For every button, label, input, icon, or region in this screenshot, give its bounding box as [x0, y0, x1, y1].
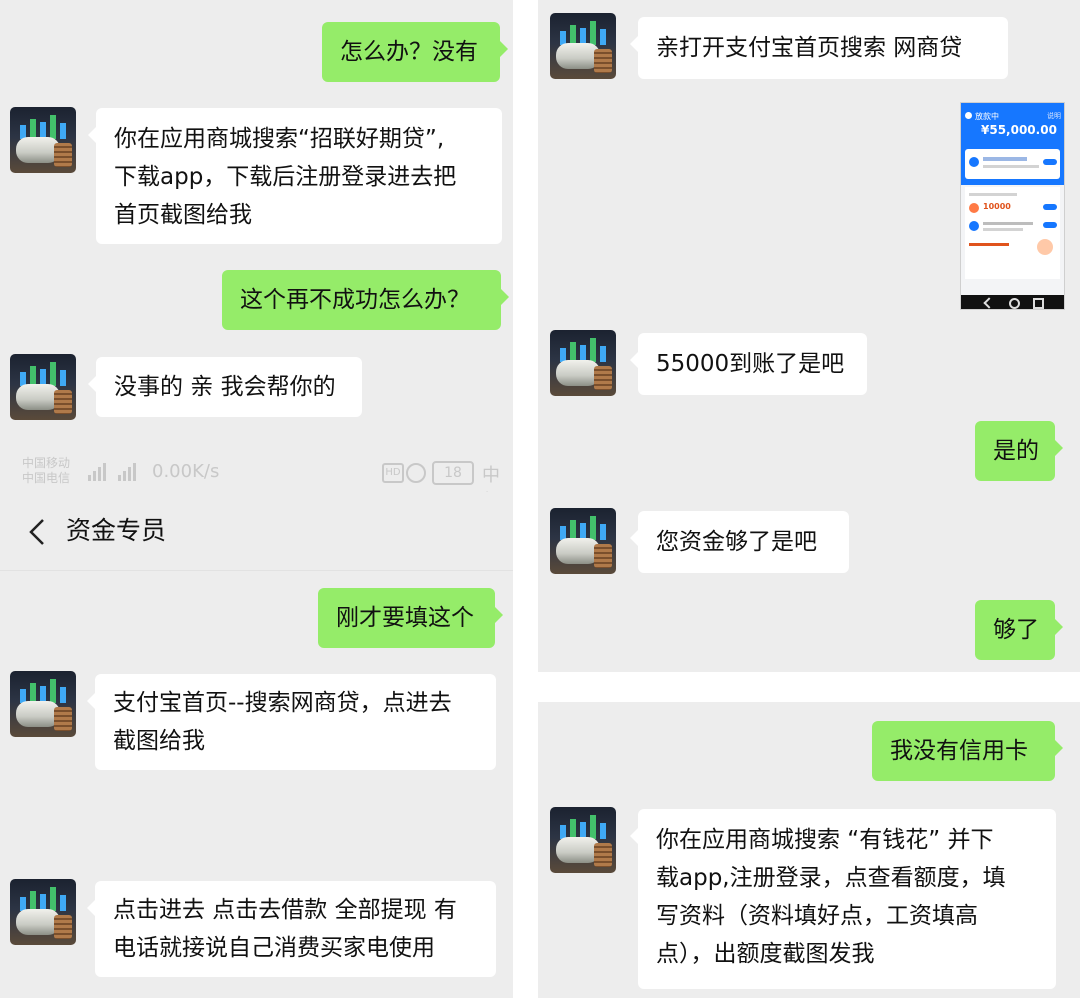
text-placeholder: [983, 157, 1027, 161]
nav-recent-icon: [1033, 298, 1044, 309]
nav-home-icon: [1009, 298, 1020, 309]
message-bubble-incoming[interactable]: 没事的 亲 我会帮你的: [88, 357, 362, 417]
message-bubble-outgoing[interactable]: 这个再不成功怎么办？: [222, 270, 509, 330]
alarm-icon: [406, 463, 426, 483]
action-pill: [1043, 222, 1057, 228]
clock-icon: [965, 112, 972, 119]
carrier-1: 中国移动: [22, 456, 71, 470]
message-text: 下载app，下载后注册登录进去把: [114, 164, 457, 190]
message-text: 这个再不成功怎么办？: [240, 287, 470, 313]
chart-bars-icon: [560, 338, 606, 362]
promo-graphic: [1037, 239, 1053, 255]
message-text: 您资金够了是吧: [656, 529, 817, 555]
coin-stack-icon: [54, 707, 72, 731]
message-text: 刚才要填这个: [336, 605, 474, 631]
message-bubble-incoming[interactable]: 亲打开支付宝首页搜索 网商贷: [630, 17, 1008, 79]
battery-icon: 18: [432, 461, 474, 485]
agent-avatar[interactable]: [550, 807, 616, 873]
message-text: 写资料（资料填好点，工资填高: [656, 903, 978, 929]
message-text: 首页截图给我: [114, 202, 252, 228]
coin-stack-icon: [54, 915, 72, 939]
screenshot-link: 说明: [1047, 112, 1061, 120]
hd-icon: HD: [382, 463, 404, 483]
chart-bars-icon: [560, 815, 606, 839]
chart-bars-icon: [20, 887, 66, 911]
chart-bars-icon: [20, 679, 66, 703]
message-bubble-outgoing[interactable]: 我没有信用卡: [872, 721, 1063, 781]
chart-bars-icon: [560, 516, 606, 540]
coin-stack-icon: [594, 843, 612, 867]
agent-avatar[interactable]: [550, 330, 616, 396]
message-bubble-incoming[interactable]: 您资金够了是吧: [630, 511, 849, 573]
text-placeholder: [983, 228, 1023, 231]
screenshot-status: 放款中: [975, 112, 999, 121]
message-bubble-outgoing[interactable]: 怎么办？没有: [322, 22, 508, 82]
account-icon: [969, 157, 979, 167]
message-bubble-incoming[interactable]: 你在应用商城搜索 “有钱花” 并下 载app,注册登录，点查看额度，填 写资料（…: [630, 809, 1056, 989]
message-bubble-outgoing[interactable]: 刚才要填这个: [318, 588, 503, 648]
promo-icon: [969, 203, 979, 213]
message-bubble-incoming[interactable]: 55000到账了是吧: [630, 333, 867, 395]
network-speed: 0.00K/s: [152, 461, 220, 482]
chat-panel-top-left: 怎么办？没有 你在应用商城搜索“招联好期贷”, 下载app，下载后注册登录进去把…: [0, 0, 513, 452]
message-bubble-incoming[interactable]: 你在应用商城搜索“招联好期贷”, 下载app，下载后注册登录进去把 首页截图给我: [88, 108, 502, 244]
message-text: 电话就接说自己消费买家电使用: [113, 935, 435, 961]
chat-panel-bottom-left: 刚才要填这个 支付宝首页--搜索网商贷，点进去 截图给我 点击进去 点击去借款 …: [0, 571, 513, 998]
screenshot-list: [965, 187, 1060, 279]
coin-stack-icon: [594, 366, 612, 390]
action-pill: [1043, 204, 1057, 210]
carrier-2: 中国电信: [22, 471, 71, 485]
chart-bars-icon: [20, 115, 66, 139]
chat-header: 资金专员: [0, 492, 513, 571]
carrier-labels: 中国移动 中国电信: [22, 456, 70, 486]
signal-icon: [88, 463, 136, 481]
image-message-alipay-screenshot[interactable]: 放款中 说明 ¥55,000.00 10000: [960, 102, 1065, 310]
coin-stack-icon: [594, 544, 612, 568]
text-placeholder: [969, 243, 1009, 246]
message-text: 没事的 亲 我会帮你的: [114, 374, 336, 400]
text-placeholder: [983, 222, 1033, 225]
message-text: 支付宝首页--搜索网商贷，点进去: [113, 690, 452, 716]
message-text: 截图给我: [113, 728, 205, 754]
text-placeholder: [969, 193, 1017, 196]
agent-avatar[interactable]: [10, 354, 76, 420]
coin-stack-icon: [54, 143, 72, 167]
agent-avatar[interactable]: [10, 671, 76, 737]
agent-avatar[interactable]: [10, 879, 76, 945]
agent-avatar[interactable]: [550, 13, 616, 79]
chat-panel-bottom-right: 我没有信用卡 你在应用商城搜索 “有钱花” 并下 载app,注册登录，点查看额度…: [538, 702, 1080, 998]
chat-title: 资金专员: [66, 516, 167, 545]
message-bubble-incoming[interactable]: 点击进去 点击去借款 全部提现 有 电话就接说自己消费买家电使用: [87, 881, 496, 977]
message-text: 你在应用商城搜索 “有钱花” 并下: [656, 827, 994, 853]
message-text: 怎么办？没有: [340, 39, 478, 65]
chat-panel-top-right: 亲打开支付宝首页搜索 网商贷 55000到账了是吧 是的 您资金够了是吧 够了: [538, 0, 1080, 672]
message-text: 我没有信用卡: [890, 738, 1028, 764]
message-text: 载app,注册登录，点查看额度，填: [656, 865, 1006, 891]
message-text: 55000到账了是吧: [656, 351, 845, 377]
message-text: 是的: [993, 438, 1039, 464]
battery-level: 18: [444, 465, 462, 481]
screenshot-amount: ¥55,000.00: [981, 123, 1057, 137]
status-bar: 中国移动 中国电信 0.00K/s HD 18 中午: [0, 452, 513, 512]
message-text: 你在应用商城搜索“招联好期贷”,: [114, 126, 445, 152]
coin-stack-icon: [594, 49, 612, 73]
message-text: 亲打开支付宝首页搜索 网商贷: [656, 35, 963, 61]
message-bubble-outgoing[interactable]: 够了: [975, 600, 1063, 660]
message-text: 点击进去 点击去借款 全部提现 有: [113, 897, 457, 923]
text-placeholder: [983, 165, 1039, 168]
message-bubble-incoming[interactable]: 支付宝首页--搜索网商贷，点进去 截图给我: [87, 674, 496, 770]
chevron-left-icon[interactable]: [28, 518, 46, 546]
message-bubble-outgoing[interactable]: 是的: [975, 421, 1063, 481]
promo-amount: 10000: [983, 202, 1011, 211]
bank-icon: [969, 221, 979, 231]
agent-avatar[interactable]: [10, 107, 76, 173]
message-text: 点），出额度截图发我: [656, 941, 875, 967]
chart-bars-icon: [560, 21, 606, 45]
agent-avatar[interactable]: [550, 508, 616, 574]
message-text: 够了: [993, 617, 1039, 643]
coin-stack-icon: [54, 390, 72, 414]
action-pill: [1043, 159, 1057, 165]
chart-bars-icon: [20, 362, 66, 386]
